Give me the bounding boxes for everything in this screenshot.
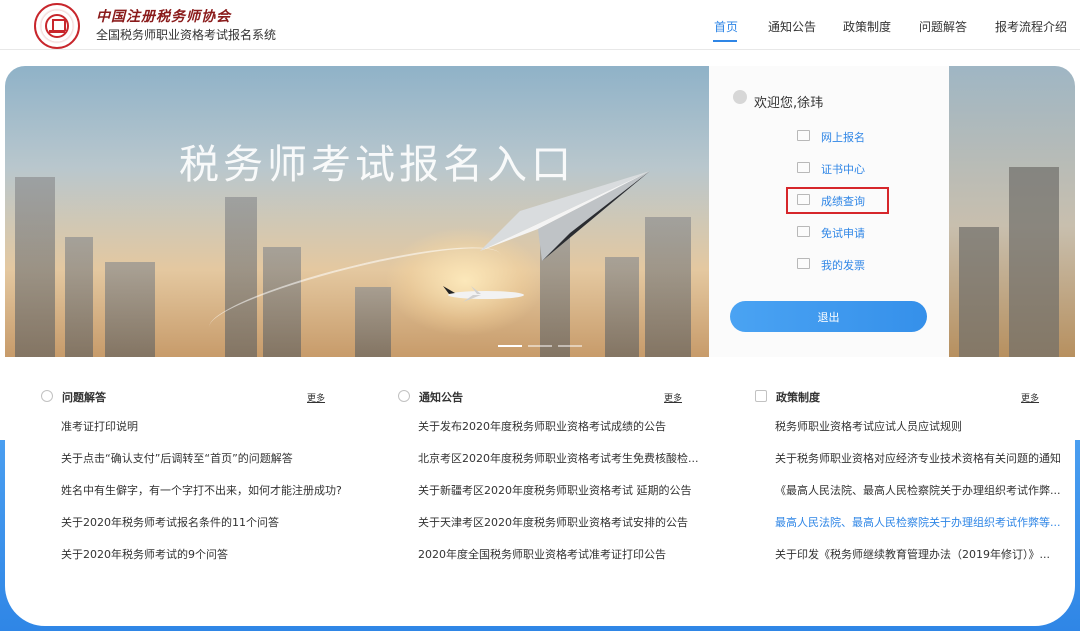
list-item[interactable]: 《最高人民法院、最高人民检察院关于办理组织考试作弊... <box>775 482 1075 498</box>
policy-icon <box>755 390 767 402</box>
carousel-dot-3[interactable] <box>558 345 582 347</box>
system-title: 全国税务师职业资格考试报名系统 <box>96 28 277 42</box>
nav-notices[interactable]: 通知公告 <box>768 18 816 35</box>
header: 中国注册税务师协会 全国税务师职业资格考试报名系统 首页 通知公告 政策制度 问… <box>0 0 1080 50</box>
notice-icon <box>398 390 410 402</box>
section-title: 政策制度 <box>776 391 820 404</box>
list-item[interactable]: 关于天津考区2020年度税务师职业资格考试安排的公告 <box>418 514 723 530</box>
section-title: 问题解答 <box>62 391 106 404</box>
logout-button[interactable]: 退出 <box>730 301 927 332</box>
nav-policies[interactable]: 政策制度 <box>843 18 891 35</box>
list-item[interactable]: 关于发布2020年度税务师职业资格考试成绩的公告 <box>418 418 723 434</box>
carousel-dot-2[interactable] <box>528 345 552 347</box>
list-item[interactable]: 关于新疆考区2020年度税务师职业资格考试 延期的公告 <box>418 482 723 498</box>
list-item[interactable]: 姓名中有生僻字，有一个字打不出来，如何才能注册成功? <box>61 482 366 498</box>
user-panel: 欢迎您,徐玮 网上报名 证书中心 成绩查询 免试申请 我的发票 退出 <box>709 66 949 357</box>
section-title: 通知公告 <box>419 391 463 404</box>
list-item[interactable]: 最高人民法院、最高人民检察院关于办理组织考试作弊等... <box>775 514 1075 530</box>
certificate-icon <box>797 162 810 173</box>
list-item[interactable]: 准考证打印说明 <box>61 418 366 434</box>
association-name-calligraphy: 中国注册税务师协会 <box>96 9 231 25</box>
more-link[interactable]: 更多 <box>307 391 325 404</box>
welcome-text: 欢迎您,徐玮 <box>754 96 824 111</box>
list-item[interactable]: 税务师职业资格考试应试人员应试规则 <box>775 418 1075 434</box>
banner-carousel[interactable]: 税务师考试报名入口 <box>5 66 709 357</box>
list-item[interactable]: 2020年度全国税务师职业资格考试准考证打印公告 <box>418 546 723 562</box>
more-link[interactable]: 更多 <box>1021 391 1039 404</box>
more-link[interactable]: 更多 <box>664 391 682 404</box>
association-seal-logo <box>34 3 80 49</box>
carousel-dot-1[interactable] <box>498 345 522 347</box>
user-avatar-icon <box>733 90 747 104</box>
list-item[interactable]: 关于2020年税务师考试的9个问答 <box>61 546 366 562</box>
nav-process[interactable]: 报考流程介绍 <box>995 18 1067 35</box>
list-item[interactable]: 关于点击“确认支付”后调转至“首页”的问题解答 <box>61 450 366 466</box>
nav-faq[interactable]: 问题解答 <box>919 18 967 35</box>
list-item[interactable]: 北京考区2020年度税务师职业资格考试考生免费核酸检... <box>418 450 723 466</box>
list-item[interactable]: 关于税务师职业资格对应经济专业技术资格有关问题的通知 <box>775 450 1075 466</box>
invoice-icon <box>797 258 810 269</box>
section-notices: 通知公告 更多 关于发布2020年度税务师职业资格考试成绩的公告 北京考区202… <box>398 388 728 561</box>
list-item[interactable]: 关于2020年税务师考试报名条件的11个问答 <box>61 514 366 530</box>
question-icon <box>41 390 53 402</box>
nav-home[interactable]: 首页 <box>714 18 738 35</box>
list-item[interactable]: 关于印发《税务师继续教育管理办法（2019年修订）》... <box>775 546 1075 562</box>
paper-plane-icon <box>480 171 650 261</box>
airplane-icon <box>443 286 524 302</box>
section-faq: 问题解答 更多 准考证打印说明 关于点击“确认支付”后调转至“首页”的问题解答 … <box>41 388 371 561</box>
nav-active-underline <box>713 40 737 42</box>
score-query-highlight <box>786 187 889 214</box>
main-card: 税务师考试报名入口 欢迎您,徐玮 网上报名 证书中心 成绩查询 免试申请 我的发… <box>5 66 1075 626</box>
banner-next-slide-preview <box>949 66 1075 357</box>
section-policies: 政策制度 更多 税务师职业资格考试应试人员应试规则 关于税务师职业资格对应经济专… <box>755 388 1075 561</box>
monitor-icon <box>797 130 810 141</box>
edit-form-icon <box>797 226 810 237</box>
